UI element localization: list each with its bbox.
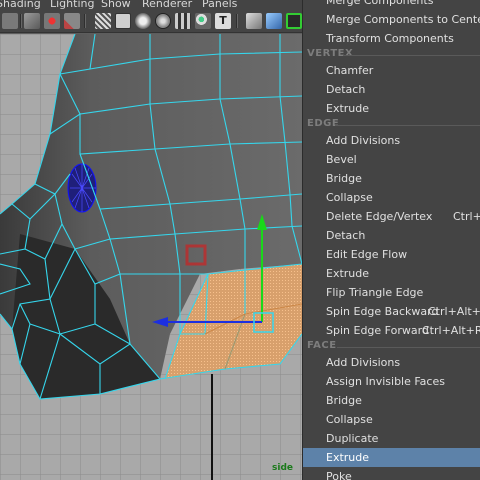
menu-item-edge-extrude[interactable]: Extrude (303, 264, 480, 283)
menu-item-spin-edge-backward[interactable]: Spin Edge Backward Ctrl+Alt+Le (303, 302, 480, 321)
grid-icon[interactable] (95, 13, 111, 29)
edit-mesh-context-menu: Merge Components Merge Components to Cen… (302, 0, 480, 480)
menu-item-face-extrude[interactable]: Extrude (303, 448, 480, 467)
cube-icon[interactable] (266, 13, 282, 29)
menu-item-spin-edge-forward[interactable]: Spin Edge Forward Ctrl+Alt+Rig (303, 321, 480, 340)
menu-item-edge-add-divisions[interactable]: Add Divisions (303, 131, 480, 150)
section-vertex-label: VERTEX (307, 48, 354, 59)
resolution-gate-icon[interactable] (286, 13, 302, 29)
isolate-icon[interactable] (246, 13, 262, 29)
menu-panels[interactable]: Panels (202, 0, 237, 10)
menu-item-vertex-extrude[interactable]: Extrude (303, 99, 480, 118)
smooth-shade-icon[interactable] (135, 13, 151, 29)
menu-item-delete-edge-vertex[interactable]: Delete Edge/Vertex Ctrl+D (303, 207, 480, 226)
menu-item-face-add-divisions[interactable]: Add Divisions (303, 353, 480, 372)
menu-item-vertex-detach[interactable]: Detach (303, 80, 480, 99)
menu-item-edge-detach[interactable]: Detach (303, 226, 480, 245)
menu-item-label: Spin Edge Backward (326, 305, 439, 318)
menu-item-merge-components-to-center[interactable]: Merge Components to Center (303, 10, 480, 29)
texture-icon[interactable] (155, 13, 171, 29)
viewport-side[interactable]: side (0, 34, 302, 480)
panel-menubar: Shading Lighting Show Renderer Panels (0, 0, 302, 11)
shortcut-label: Ctrl+Alt+Rig (422, 324, 480, 337)
paint-icon[interactable] (44, 13, 60, 29)
section-face-label: FACE (307, 340, 337, 351)
select-mode-icon[interactable] (2, 13, 18, 29)
menu-shading[interactable]: Shading (0, 0, 41, 10)
menu-item-chamfer[interactable]: Chamfer (303, 61, 480, 80)
menu-item-bevel[interactable]: Bevel (303, 150, 480, 169)
menu-item-transform-components[interactable]: Transform Components (303, 29, 480, 48)
toolbar-separator (84, 14, 86, 28)
menu-item-assign-invisible-faces[interactable]: Assign Invisible Faces (303, 372, 480, 391)
menu-item-face-bridge[interactable]: Bridge (303, 391, 480, 410)
toolbar-separator (20, 14, 22, 28)
menu-item-duplicate[interactable]: Duplicate (303, 429, 480, 448)
toolbar-separator (236, 14, 238, 28)
shortcut-label: Ctrl+Alt+Le (428, 305, 480, 318)
light-icon[interactable] (175, 13, 191, 29)
menu-item-label: Delete Edge/Vertex (326, 210, 433, 223)
menu-lighting[interactable]: Lighting (50, 0, 94, 10)
panel-toolbar: T (0, 11, 302, 33)
menu-item-label: Spin Edge Forward (326, 324, 429, 337)
xray-icon[interactable] (195, 13, 211, 29)
menu-renderer[interactable]: Renderer (142, 0, 192, 10)
menu-item-face-collapse[interactable]: Collapse (303, 410, 480, 429)
text-icon[interactable]: T (215, 13, 231, 29)
menu-item-edit-edge-flow[interactable]: Edit Edge Flow (303, 245, 480, 264)
shortcut-label: Ctrl+D (453, 210, 480, 223)
wireframe-icon[interactable] (115, 13, 131, 29)
camera-icon[interactable] (64, 13, 80, 29)
lasso-icon[interactable] (24, 13, 40, 29)
menu-item-edge-collapse[interactable]: Collapse (303, 188, 480, 207)
view-label: side (272, 463, 293, 473)
menu-item-merge-components[interactable]: Merge Components (303, 0, 480, 10)
menu-item-flip-triangle-edge[interactable]: Flip Triangle Edge (303, 283, 480, 302)
menu-show[interactable]: Show (101, 0, 131, 10)
viewport-canvas (0, 34, 302, 480)
menu-item-edge-bridge[interactable]: Bridge (303, 169, 480, 188)
section-edge-label: EDGE (307, 118, 340, 129)
menu-item-poke[interactable]: Poke (303, 467, 480, 480)
